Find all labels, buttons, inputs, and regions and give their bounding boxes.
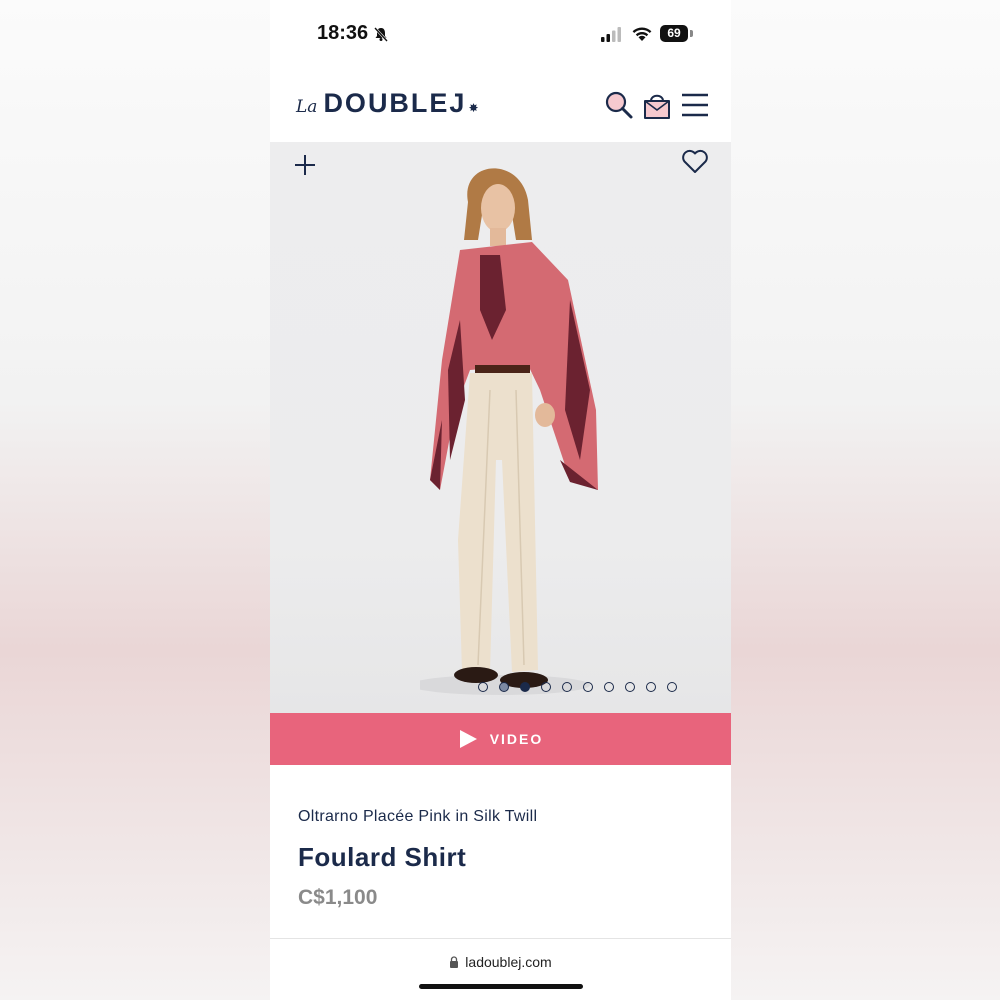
wishlist-heart-icon[interactable] (681, 148, 709, 174)
lock-icon (450, 956, 459, 968)
status-time: 18:36 (317, 22, 369, 44)
signal-icon (601, 27, 621, 42)
wifi-icon (632, 27, 652, 41)
gallery-dot[interactable] (541, 682, 551, 692)
gallery-dot[interactable] (604, 682, 614, 692)
product-price: C$1,100 (298, 886, 378, 909)
shopping-bag-icon[interactable] (642, 89, 672, 121)
logo-mark: ✸ (468, 101, 479, 115)
battery-tip (690, 30, 693, 37)
product-photo-model (420, 168, 598, 695)
browser-url: ladoublej.com (465, 954, 552, 970)
gallery-dot[interactable] (562, 682, 572, 692)
logo-prefix: La (296, 97, 318, 117)
video-label: VIDEO (489, 731, 544, 747)
video-button[interactable]: VIDEO (270, 713, 731, 765)
background-blur-left (0, 0, 270, 1000)
site-header: La DOUBLEJ ✸ (270, 70, 731, 142)
status-bar: 18:36 69 (270, 0, 731, 70)
gallery-dot[interactable] (583, 682, 593, 692)
menu-icon[interactable] (680, 92, 710, 118)
battery-indicator: 69 (660, 25, 688, 42)
product-title: Foulard Shirt (298, 842, 467, 872)
logo-wordmark: DOUBLEJ (323, 88, 467, 118)
play-icon (459, 730, 477, 748)
bell-muted-icon (374, 27, 388, 42)
gallery-dot[interactable] (478, 682, 488, 692)
home-indicator[interactable] (419, 984, 583, 989)
plus-icon[interactable] (292, 152, 318, 178)
gallery-dot[interactable] (667, 682, 677, 692)
product-image-gallery[interactable] (270, 142, 731, 713)
browser-url-bar[interactable]: ladoublej.com (270, 950, 731, 974)
gallery-dot[interactable] (646, 682, 656, 692)
background-blur-right (731, 0, 1000, 1000)
search-icon[interactable] (604, 90, 634, 120)
gallery-dot-active[interactable] (520, 682, 530, 692)
phone-screen: 18:36 69 La DOUBLEJ ✸ VIDEO Oltrarno Pla… (270, 0, 731, 1000)
gallery-dot[interactable] (499, 682, 509, 692)
site-logo[interactable]: La DOUBLEJ ✸ (296, 88, 479, 124)
gallery-pagination (478, 682, 677, 696)
gallery-dot[interactable] (625, 682, 635, 692)
product-subtitle: Oltrarno Placée Pink in Silk Twill (298, 808, 538, 825)
divider (270, 938, 731, 939)
